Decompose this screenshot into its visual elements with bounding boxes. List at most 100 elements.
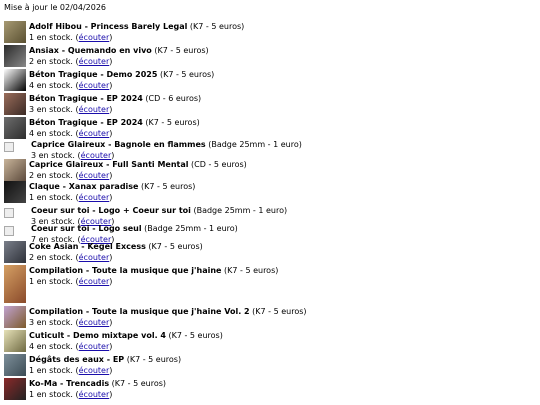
item-detail: (CD - 6 euros) <box>142 94 202 103</box>
cover-thumbnail[interactable] <box>4 330 26 352</box>
stock-count: 3 en stock. <box>29 105 73 114</box>
item-text: Adolf Hibou - Princess Barely Legal (K7 … <box>29 22 245 42</box>
cover-thumbnail[interactable] <box>4 93 26 115</box>
item-title: Caprice Glaireux - Bagnole en flammes <box>31 140 206 149</box>
item-title: Cuticult - Demo mixtape vol. 4 <box>29 331 166 340</box>
cover-thumbnail[interactable] <box>4 69 26 91</box>
item-text: Compilation - Toute la musique que j'hai… <box>29 266 279 286</box>
stock-count: 1 en stock. <box>29 193 73 202</box>
item-text: Béton Tragique - Demo 2025 (K7 - 5 euros… <box>29 70 215 90</box>
item-title: Adolf Hibou - Princess Barely Legal <box>29 22 188 31</box>
listen-link[interactable]: écouter <box>79 105 110 114</box>
item-title: Compilation - Toute la musique que j'hai… <box>29 266 222 275</box>
list-item: Dégâts des eaux - EP (K7 - 5 euros) 1 en … <box>4 354 181 376</box>
stock-count: 2 en stock. <box>29 171 73 180</box>
listen-link[interactable]: écouter <box>79 81 110 90</box>
list-item: Caprice Glaireux - Bagnole en flammes (B… <box>4 139 302 161</box>
stock-count: 1 en stock. <box>29 277 73 286</box>
item-detail: (K7 - 5 euros) <box>249 307 307 316</box>
item-title: Béton Tragique - EP 2024 <box>29 94 143 103</box>
listen-link[interactable]: écouter <box>79 277 110 286</box>
stock-count: 1 en stock. <box>29 366 73 375</box>
cover-thumbnail[interactable] <box>4 159 26 181</box>
cover-thumbnail[interactable] <box>4 378 26 400</box>
broken-image-icon[interactable] <box>4 208 14 218</box>
stock-count: 1 en stock. <box>29 390 73 399</box>
item-title: Ko-Ma - Trencadis <box>29 379 110 388</box>
cover-thumbnail[interactable] <box>4 354 26 376</box>
listen-link[interactable]: écouter <box>79 342 110 351</box>
update-date: Mise à jour le 02/04/2026 <box>4 3 107 12</box>
listen-link[interactable]: écouter <box>79 171 110 180</box>
list-item: Ko-Ma - Trencadis (K7 - 5 euros) 1 en sto… <box>4 378 166 400</box>
item-detail: (K7 - 5 euros) <box>124 355 182 364</box>
item-detail: (K7 - 5 euros) <box>165 331 223 340</box>
item-detail: (K7 - 5 euros) <box>151 46 209 55</box>
cover-thumbnail[interactable] <box>4 117 26 139</box>
list-item: Claque - Xanax paradise (K7 - 5 euros) 1 … <box>4 181 195 203</box>
item-text: Compilation - Toute la musique que j'hai… <box>29 307 307 327</box>
listen-link[interactable]: écouter <box>79 33 110 42</box>
item-text: Ko-Ma - Trencadis (K7 - 5 euros) 1 en sto… <box>29 379 167 399</box>
listen-link[interactable]: écouter <box>79 193 110 202</box>
cover-thumbnail[interactable] <box>4 45 26 67</box>
listen-link[interactable]: écouter <box>79 253 110 262</box>
stock-count: 4 en stock. <box>29 342 73 351</box>
list-item: Caprice Glaireux - Full Santi Mental (CD… <box>4 159 247 181</box>
item-detail: (K7 - 5 euros) <box>142 118 200 127</box>
item-detail: (K7 - 5 euros) <box>221 266 279 275</box>
item-text: Cuticult - Demo mixtape vol. 4 (K7 - 5 e… <box>29 331 223 351</box>
stock-count: 2 en stock. <box>29 57 73 66</box>
stock-count: 4 en stock. <box>29 129 73 138</box>
cover-thumbnail[interactable] <box>4 181 26 203</box>
item-detail: (Badge 25mm - 1 euro) <box>205 140 302 149</box>
cover-thumbnail[interactable] <box>4 265 26 303</box>
stock-count: 2 en stock. <box>29 253 73 262</box>
item-text: Claque - Xanax paradise (K7 - 5 euros) 1 … <box>29 182 196 202</box>
item-title: Compilation - Toute la musique que j'hai… <box>29 307 250 316</box>
broken-image-icon[interactable] <box>4 226 14 236</box>
item-detail: (K7 - 5 euros) <box>187 22 245 31</box>
list-item: Béton Tragique - Demo 2025 (K7 - 5 euros… <box>4 69 214 91</box>
stock-count: 4 en stock. <box>29 81 73 90</box>
cover-thumbnail[interactable] <box>4 306 26 328</box>
item-detail: (CD - 5 euros) <box>188 160 247 169</box>
listen-link[interactable]: écouter <box>79 129 110 138</box>
item-title: Claque - Xanax paradise <box>29 182 139 191</box>
item-title: Caprice Glaireux - Full Santi Mental <box>29 160 189 169</box>
item-title: Coke Asian - Kegel Excess <box>29 242 146 251</box>
item-title: Béton Tragique - Demo 2025 <box>29 70 158 79</box>
list-item: Ansiax - Quemando en vivo (K7 - 5 euros)… <box>4 45 209 67</box>
stock-count: 1 en stock. <box>29 33 73 42</box>
listen-link[interactable]: écouter <box>79 318 110 327</box>
item-title: Coeur sur toi - Logo seul <box>31 224 142 233</box>
item-text: Ansiax - Quemando en vivo (K7 - 5 euros)… <box>29 46 209 66</box>
stock-count: 3 en stock. <box>29 318 73 327</box>
item-title: Béton Tragique - EP 2024 <box>29 118 143 127</box>
item-text: Coke Asian - Kegel Excess (K7 - 5 euros)… <box>29 242 203 262</box>
list-item: Béton Tragique - EP 2024 (CD - 6 euros) 3… <box>4 93 201 115</box>
item-detail: (Badge 25mm - 1 euro) <box>141 224 238 233</box>
list-item: Compilation - Toute la musique que j'hai… <box>4 265 278 303</box>
listen-link[interactable]: écouter <box>79 366 110 375</box>
item-title: Coeur sur toi - Logo + Coeur sur toi <box>31 206 191 215</box>
item-detail: (K7 - 5 euros) <box>157 70 215 79</box>
cover-thumbnail[interactable] <box>4 241 26 263</box>
item-title: Dégâts des eaux - EP <box>29 355 125 364</box>
list-item: Cuticult - Demo mixtape vol. 4 (K7 - 5 e… <box>4 330 223 352</box>
item-text: Caprice Glaireux - Bagnole en flammes (B… <box>31 140 302 160</box>
item-text: Caprice Glaireux - Full Santi Mental (CD… <box>29 160 247 180</box>
item-title: Ansiax - Quemando en vivo <box>29 46 152 55</box>
item-detail: (Badge 25mm - 1 euro) <box>190 206 288 215</box>
listen-link[interactable]: écouter <box>79 390 110 399</box>
list-item: Coke Asian - Kegel Excess (K7 - 5 euros)… <box>4 241 203 263</box>
item-text: Dégâts des eaux - EP (K7 - 5 euros) 1 en … <box>29 355 182 375</box>
item-text: Béton Tragique - EP 2024 (CD - 6 euros) 3… <box>29 94 202 114</box>
item-text: Béton Tragique - EP 2024 (K7 - 5 euros) 4… <box>29 118 200 138</box>
broken-image-icon[interactable] <box>4 142 14 152</box>
cover-thumbnail[interactable] <box>4 21 26 43</box>
item-detail: (K7 - 5 euros) <box>109 379 167 388</box>
listen-link[interactable]: écouter <box>79 57 110 66</box>
item-detail: (K7 - 5 euros) <box>145 242 203 251</box>
list-item: Compilation - Toute la musique que j'hai… <box>4 306 307 328</box>
